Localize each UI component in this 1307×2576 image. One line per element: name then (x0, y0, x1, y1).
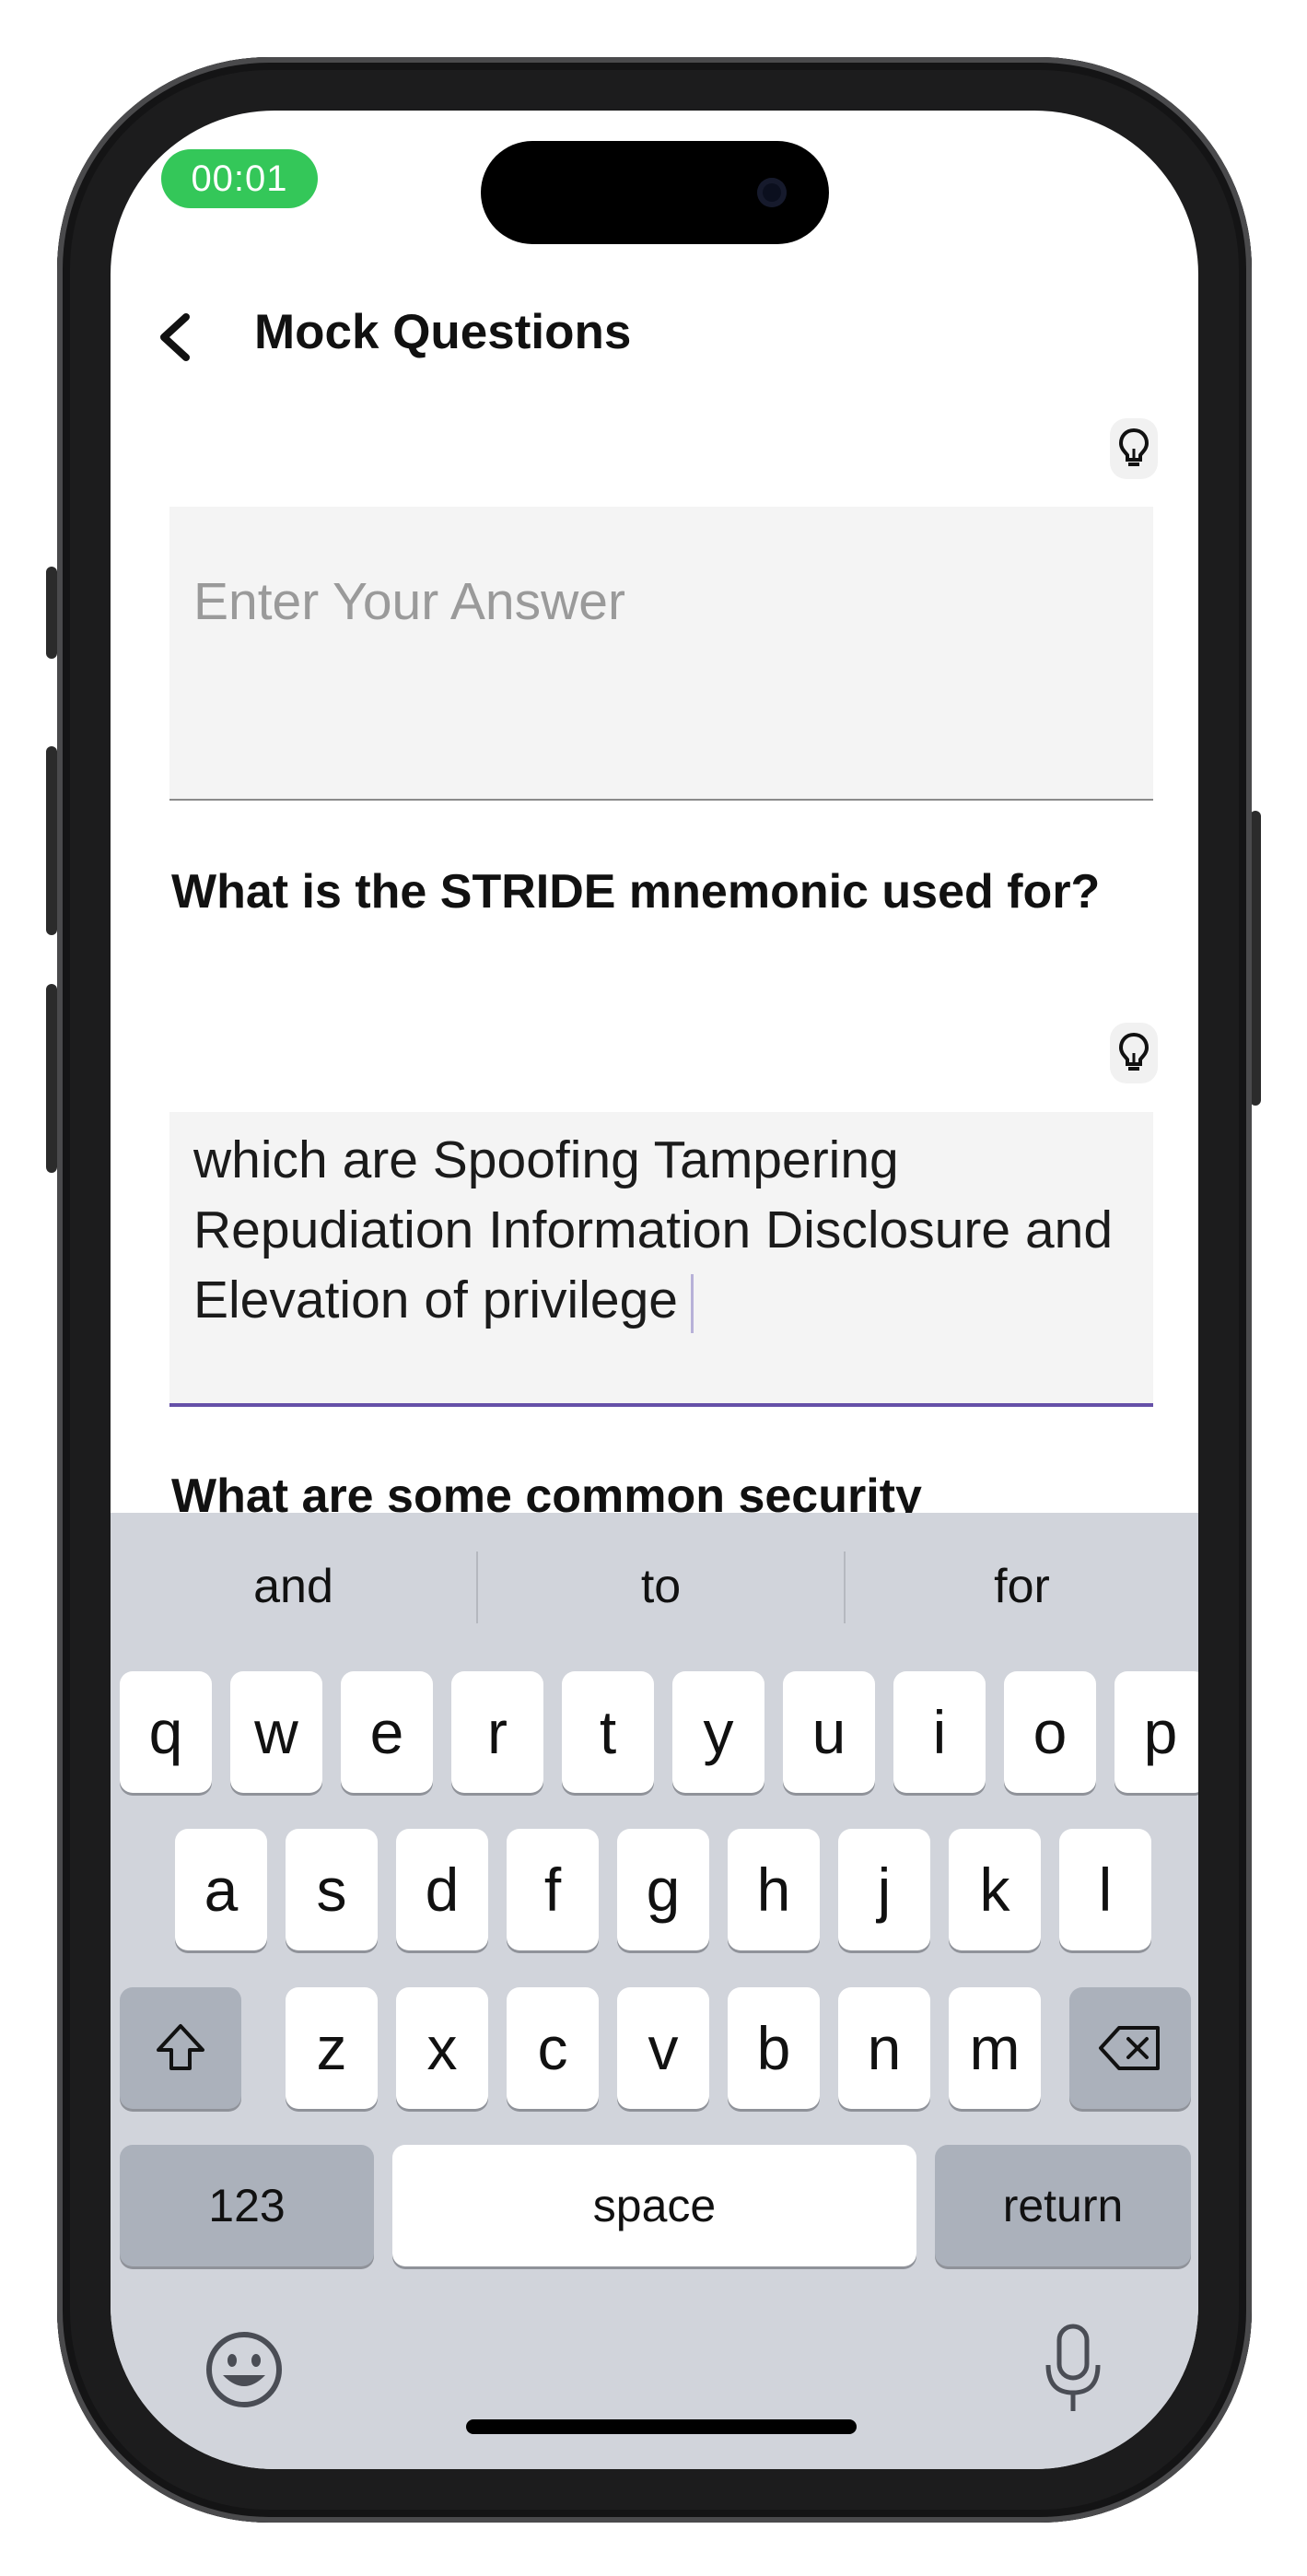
home-indicator (466, 2419, 857, 2434)
camera-icon (757, 178, 787, 207)
key-w[interactable]: w (230, 1671, 322, 1793)
key-h[interactable]: h (728, 1829, 820, 1950)
key-a[interactable]: a (175, 1829, 267, 1950)
key-b[interactable]: b (728, 1987, 820, 2109)
answer-placeholder: Enter Your Answer (193, 572, 625, 631)
key-o[interactable]: o (1004, 1671, 1096, 1793)
phone-screen: 00:01 Mock Questions Enter Your Answer W… (111, 111, 1198, 2469)
suggestion-item[interactable]: for (846, 1513, 1198, 1660)
key-l[interactable]: l (1059, 1829, 1151, 1950)
chevron-left-icon (160, 313, 190, 361)
answer-input[interactable]: Enter Your Answer (169, 507, 1153, 801)
answer-input-focused[interactable]: which are Spoofing Tampering Repudiation… (169, 1112, 1153, 1407)
key-n[interactable]: n (838, 1987, 930, 2109)
suggestion-item[interactable]: to (478, 1513, 844, 1660)
space-key[interactable]: space (392, 2145, 916, 2266)
shift-key[interactable] (120, 1987, 241, 2109)
hint-button[interactable] (1110, 1023, 1158, 1083)
back-button[interactable] (144, 295, 217, 378)
shift-icon (157, 2024, 204, 2070)
volume-down-button (46, 984, 57, 1173)
emoji-button[interactable] (198, 2324, 290, 2416)
key-d[interactable]: d (396, 1829, 488, 1950)
key-c[interactable]: c (507, 1987, 599, 2109)
key-p[interactable]: p (1114, 1671, 1198, 1793)
key-i[interactable]: i (893, 1671, 986, 1793)
dynamic-island (481, 141, 829, 244)
delete-key[interactable] (1069, 1987, 1191, 2109)
key-j[interactable]: j (838, 1829, 930, 1950)
key-z[interactable]: z (286, 1987, 378, 2109)
lightbulb-icon (1118, 427, 1149, 466)
microphone-icon (1045, 2324, 1101, 2411)
key-k[interactable]: k (949, 1829, 1041, 1950)
key-m[interactable]: m (949, 1987, 1041, 2109)
lightbulb-icon (1118, 1032, 1149, 1071)
key-x[interactable]: x (396, 1987, 488, 2109)
action-button (46, 567, 57, 659)
suggestion-bar: and to for (111, 1513, 1198, 1660)
suggestion-item[interactable]: and (111, 1513, 476, 1660)
question-text: What is the STRIDE mnemonic used for? (171, 865, 1101, 919)
page-title: Mock Questions (254, 305, 632, 359)
dictation-button[interactable] (1032, 2319, 1114, 2420)
return-key[interactable]: return (935, 2145, 1191, 2266)
key-g[interactable]: g (617, 1829, 709, 1950)
key-f[interactable]: f (507, 1829, 599, 1950)
numbers-key[interactable]: 123 (120, 2145, 374, 2266)
key-r[interactable]: r (451, 1671, 543, 1793)
text-caret (690, 1273, 694, 1333)
answer-text: which are Spoofing Tampering Repudiation… (193, 1130, 1114, 1329)
key-u[interactable]: u (783, 1671, 875, 1793)
keyboard: and to for 123 space return q w e r t y … (111, 1513, 1198, 2469)
volume-up-button (46, 746, 57, 935)
recording-timer[interactable]: 00:01 (161, 149, 318, 208)
key-q[interactable]: q (120, 1671, 212, 1793)
emoji-icon (206, 2332, 282, 2407)
key-s[interactable]: s (286, 1829, 378, 1950)
key-t[interactable]: t (562, 1671, 654, 1793)
key-e[interactable]: e (341, 1671, 433, 1793)
key-y[interactable]: y (672, 1671, 764, 1793)
key-v[interactable]: v (617, 1987, 709, 2109)
hint-button[interactable] (1110, 418, 1158, 479)
backspace-icon (1099, 2026, 1160, 2070)
